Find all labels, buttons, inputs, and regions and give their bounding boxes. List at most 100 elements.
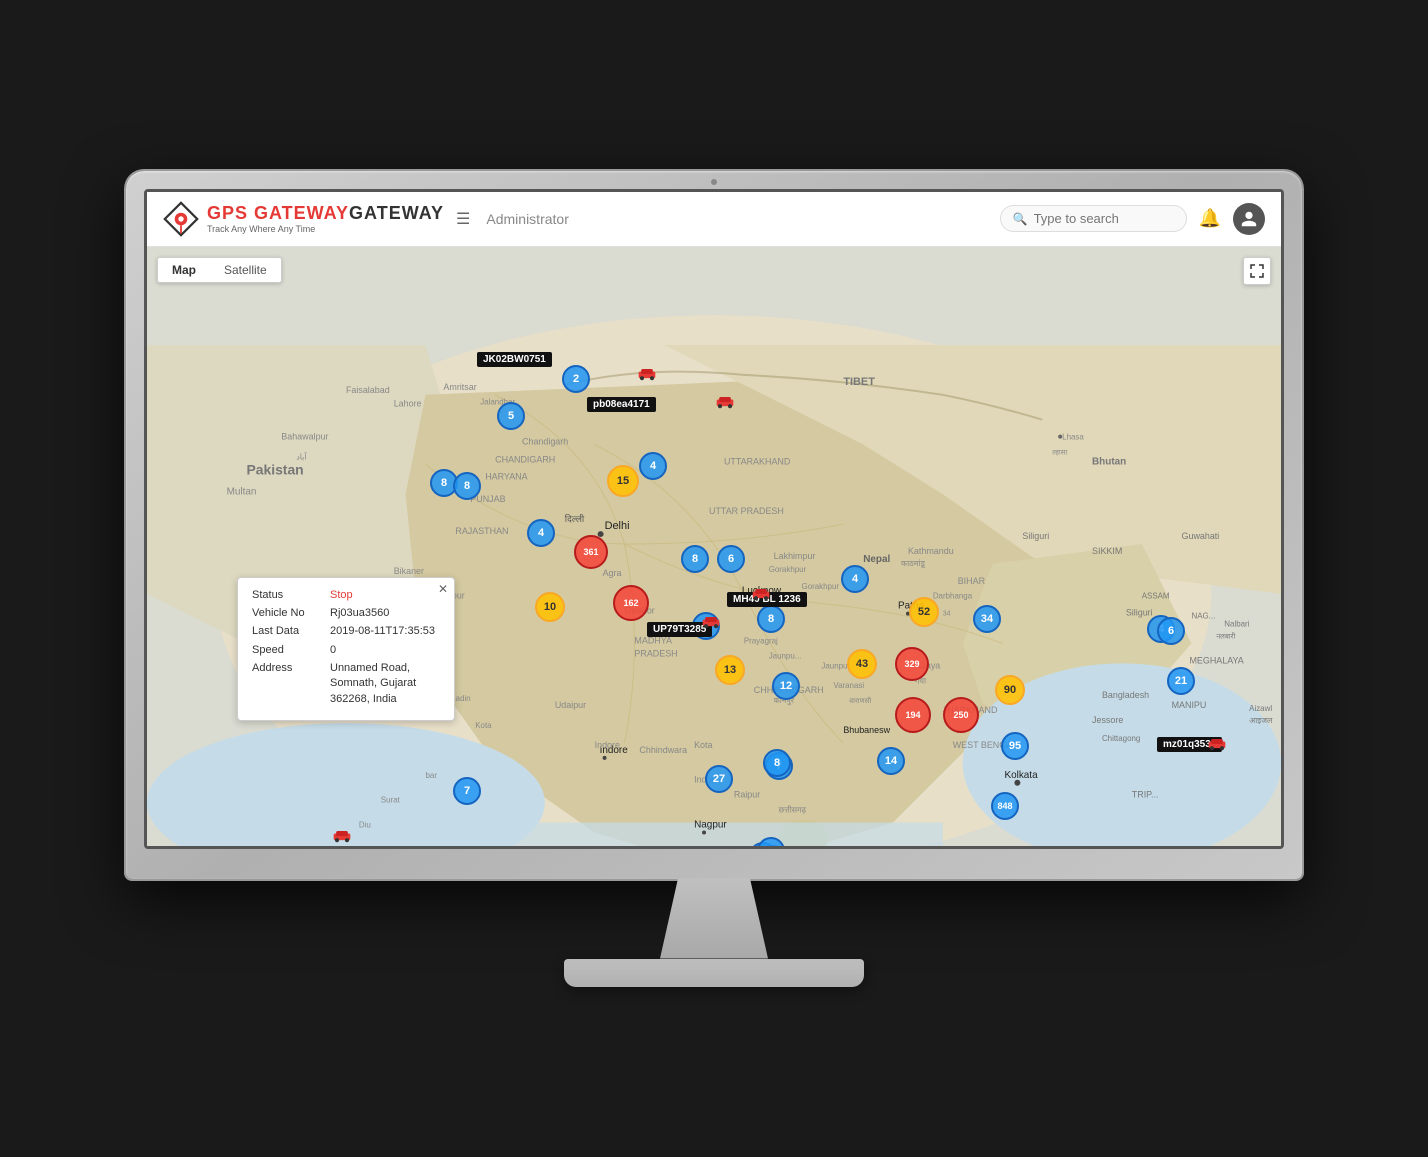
svg-text:Jaunpu...: Jaunpu...: [769, 651, 802, 660]
cluster-c4[interactable]: 15: [607, 465, 639, 497]
svg-text:CHANDIGARH: CHANDIGARH: [495, 454, 555, 464]
cluster-c30[interactable]: 848: [991, 792, 1019, 820]
svg-text:Siliguri: Siliguri: [1022, 531, 1049, 541]
svg-text:आइजल: आइजल: [1249, 716, 1273, 725]
svg-text:TRIP...: TRIP...: [1132, 789, 1159, 799]
car-icon-5: [332, 829, 352, 846]
hamburger-icon[interactable]: ☰: [456, 209, 470, 229]
popup-speed-label: Speed: [252, 643, 322, 658]
cluster-c25[interactable]: 14: [877, 747, 905, 775]
svg-text:Aizawl: Aizawl: [1249, 704, 1272, 713]
svg-text:Chandigarh: Chandigarh: [522, 436, 568, 446]
svg-text:BIHAR: BIHAR: [958, 575, 986, 585]
svg-text:Raipur: Raipur: [734, 789, 760, 799]
svg-text:दिल्ली: दिल्ली: [565, 513, 585, 524]
logo-icon: [163, 201, 199, 237]
svg-text:Amritsar: Amritsar: [443, 381, 476, 391]
svg-text:Nalbari: Nalbari: [1224, 619, 1249, 628]
car-icon-0: [637, 367, 657, 386]
vehicle-label-label-jk02bw0751: JK02BW0751: [477, 352, 552, 367]
cluster-c23[interactable]: 90: [995, 675, 1025, 705]
tab-satellite[interactable]: Satellite: [210, 258, 281, 282]
svg-text:Bahawalpur: Bahawalpur: [281, 431, 328, 441]
cluster-c24[interactable]: 95: [1001, 732, 1029, 760]
cluster-c22[interactable]: 250: [943, 697, 979, 733]
svg-text:Bhubanesw: Bhubanesw: [843, 725, 890, 735]
svg-text:ASSAM: ASSAM: [1142, 591, 1170, 600]
cluster-c41[interactable]: 8: [453, 472, 481, 500]
tab-map[interactable]: Map: [158, 258, 210, 282]
popup-status-row: Status Stop: [252, 588, 440, 603]
cluster-c19[interactable]: 52: [909, 597, 939, 627]
svg-text:Bikaner: Bikaner: [394, 565, 424, 575]
cluster-c8[interactable]: 8: [681, 545, 709, 573]
svg-text:TIBET: TIBET: [843, 375, 875, 387]
popup-status-value: Stop: [330, 588, 353, 603]
fullscreen-button[interactable]: [1243, 257, 1271, 285]
logo-text: GPS GATEWAYGATEWAY Track Any Where Any T…: [207, 204, 444, 234]
svg-text:Chhindwara: Chhindwara: [639, 744, 687, 754]
popup-close-button[interactable]: ✕: [438, 582, 448, 596]
cluster-c12[interactable]: 10: [535, 592, 565, 622]
popup-address-value: Unnamed Road, Somnath, Gujarat 362268, I…: [330, 661, 440, 707]
popup-address-row: Address Unnamed Road, Somnath, Gujarat 3…: [252, 661, 440, 707]
cluster-c17[interactable]: 43: [847, 649, 877, 679]
svg-text:नलबारी: नलबारी: [1216, 631, 1235, 640]
cluster-c6[interactable]: 4: [527, 519, 555, 547]
popup-status-label: Status: [252, 588, 322, 603]
cluster-c15[interactable]: 13: [715, 655, 745, 685]
cluster-c1[interactable]: 2: [562, 365, 590, 393]
search-box: 🔍: [1000, 205, 1187, 232]
popup-speed-row: Speed 0: [252, 643, 440, 658]
cluster-c21[interactable]: 194: [895, 697, 931, 733]
cluster-c27[interactable]: 8: [763, 749, 791, 777]
svg-text:UTTAR PRADESH: UTTAR PRADESH: [709, 506, 784, 516]
svg-text:SIKKIM: SIKKIM: [1092, 545, 1122, 555]
cluster-c16[interactable]: 12: [772, 672, 800, 700]
top-bar: GPS GATEWAYGATEWAY Track Any Where Any T…: [147, 192, 1281, 247]
bell-icon[interactable]: 🔔: [1199, 208, 1221, 229]
logo-gateway: GATEWAY: [349, 203, 444, 223]
cluster-c9[interactable]: 6: [717, 545, 745, 573]
cluster-c10[interactable]: 4: [841, 565, 869, 593]
car-icon-4: [1207, 737, 1227, 756]
monitor-stand-neck: [654, 879, 774, 959]
monitor-stand-base: [564, 959, 864, 987]
svg-text:Diu: Diu: [359, 820, 371, 829]
logo-area: GPS GATEWAYGATEWAY Track Any Where Any T…: [163, 201, 444, 237]
car-icon-3: [701, 615, 721, 634]
cluster-c7[interactable]: 361: [574, 535, 608, 569]
svg-text:Jaunpu: Jaunpu: [821, 661, 847, 670]
cluster-c20[interactable]: 34: [973, 605, 1001, 633]
cluster-c2[interactable]: 5: [497, 402, 525, 430]
vehicle-label-label-pb08ea4171: pb08ea4171: [587, 397, 656, 412]
screen: GPS GATEWAYGATEWAY Track Any Where Any T…: [144, 189, 1284, 849]
cluster-c11[interactable]: 162: [613, 585, 649, 621]
svg-text:Surat: Surat: [381, 795, 401, 804]
svg-text:Multan: Multan: [227, 486, 257, 497]
svg-text:Indore: Indore: [595, 739, 620, 749]
search-icon: 🔍: [1013, 212, 1028, 226]
popup-lastdata-label: Last Data: [252, 624, 322, 639]
monitor-wrapper: GPS GATEWAYGATEWAY Track Any Where Any T…: [126, 171, 1302, 987]
svg-text:Lakhimpur: Lakhimpur: [774, 550, 816, 560]
cluster-c35[interactable]: 6: [1157, 617, 1185, 645]
car-icon-2: [751, 587, 771, 606]
monitor-bezel: GPS GATEWAYGATEWAY Track Any Where Any T…: [126, 171, 1302, 879]
svg-text:34: 34: [943, 610, 951, 617]
cluster-c13[interactable]: 8: [757, 605, 785, 633]
cluster-c3[interactable]: 4: [639, 452, 667, 480]
cluster-c28[interactable]: 7: [453, 777, 481, 805]
svg-text:NAG...: NAG...: [1191, 611, 1215, 620]
svg-text:Lhasa: Lhasa: [1062, 432, 1084, 441]
search-input[interactable]: [1034, 211, 1174, 226]
cluster-c33[interactable]: 21: [1167, 667, 1195, 695]
popup-vehicle-row: Vehicle No Rj03ua3560: [252, 606, 440, 621]
map-background: Delhi दिल्ली Lucknow Patna Kolkata Indor…: [147, 247, 1281, 846]
cluster-c18[interactable]: 329: [895, 647, 929, 681]
popup-address-label: Address: [252, 661, 322, 707]
cluster-c40[interactable]: 27: [705, 765, 733, 793]
popup-vehicle-value: Rj03ua3560: [330, 606, 389, 621]
svg-text:Siliguri: Siliguri: [1126, 607, 1153, 617]
user-avatar[interactable]: [1233, 203, 1265, 235]
